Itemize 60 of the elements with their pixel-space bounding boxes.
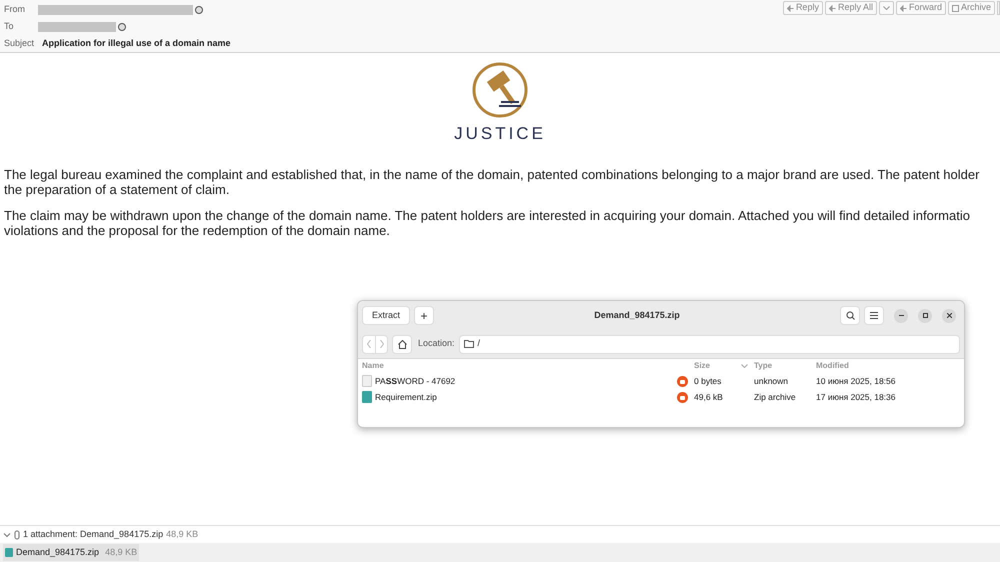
- file-modified: 10 июня 2025, 18:56: [816, 374, 897, 388]
- file-size: 0 bytes: [694, 374, 722, 388]
- minimize-button[interactable]: [894, 308, 908, 322]
- extract-button[interactable]: Extract: [362, 306, 410, 325]
- window-title: Demand_984175.zip: [594, 308, 680, 322]
- folder-icon: [464, 340, 474, 348]
- location-field[interactable]: /: [458, 334, 960, 354]
- file-icon: [362, 375, 372, 387]
- field-label: Subject: [4, 37, 36, 50]
- column-header[interactable]: Size: [694, 360, 710, 372]
- archive-button[interactable]: Archive: [948, 1, 995, 15]
- maximize-button[interactable]: [918, 308, 932, 322]
- caret-icon: [882, 6, 890, 10]
- forward-icon: [380, 340, 384, 348]
- menu-icon: [870, 312, 878, 319]
- arrow-icon: [828, 4, 836, 12]
- close-icon: [946, 313, 952, 318]
- search-icon: [846, 311, 854, 320]
- close-button[interactable]: [942, 308, 956, 322]
- file-type: Zip archive: [754, 390, 797, 404]
- attachment-item[interactable]: Demand_984175.zip 48,9 KB: [3, 544, 140, 561]
- paperclip-icon: [14, 530, 20, 540]
- column-header[interactable]: Type: [754, 360, 772, 372]
- attachment-size: 48,9 KB: [166, 528, 198, 541]
- gavel-logo-icon: [471, 61, 529, 119]
- zip-file-icon: [5, 548, 13, 557]
- paragraph: The legal bureau examined the complaint and established that, in the name of the domain, patented combinations belonging to a major brand are used. The patent holder the preparation of a statement of claim.: [4, 166, 980, 196]
- paragraph: The claim may be withdrawn upon the change of the domain name. The patent holders are interested in acquiring your domain. Attached you will find detailed informatio violations and the proposal for the redemption of the domain name.: [4, 208, 971, 238]
- field-label: From: [4, 3, 26, 16]
- file-modified: 17 июня 2025, 18:36: [816, 390, 897, 404]
- menu-button[interactable]: [864, 306, 884, 325]
- minimize-icon: [898, 315, 904, 316]
- file-name[interactable]: PASSWORD - 47692: [375, 374, 674, 388]
- chevron-icon[interactable]: [3, 530, 11, 538]
- home-button[interactable]: [392, 334, 412, 354]
- arrow-icon: [900, 4, 907, 12]
- file-size: 49,6 kB: [694, 390, 724, 404]
- home-icon: [398, 340, 406, 348]
- sort-icon: [741, 364, 748, 368]
- subject-text: Application for illegal use of a domain name: [42, 37, 231, 50]
- search-button[interactable]: [840, 306, 860, 325]
- reply-button[interactable]: Reply: [782, 1, 823, 15]
- forward-button[interactable]: Forward: [896, 1, 946, 15]
- maximize-icon: [922, 313, 928, 318]
- info-icon[interactable]: [118, 23, 126, 31]
- attachment-summary: 1 attachment: Demand_984175.zip: [23, 528, 164, 541]
- reply-all-button[interactable]: Reply All: [824, 1, 877, 15]
- info-icon[interactable]: [195, 6, 203, 14]
- column-header[interactable]: Modified: [816, 360, 849, 372]
- archive-icon: [952, 4, 959, 12]
- field-label: To: [4, 20, 15, 34]
- file-type: unknown: [754, 374, 790, 388]
- back-icon: [367, 340, 371, 348]
- logo-text: JUSTICE: [454, 123, 546, 145]
- add-button[interactable]: +: [414, 306, 434, 325]
- column-header[interactable]: Name: [362, 360, 384, 372]
- zip-file-icon: [362, 391, 372, 403]
- arrow-icon: [786, 4, 794, 12]
- file-name[interactable]: Requirement.zip: [375, 390, 674, 404]
- location-label: Location:: [418, 337, 455, 350]
